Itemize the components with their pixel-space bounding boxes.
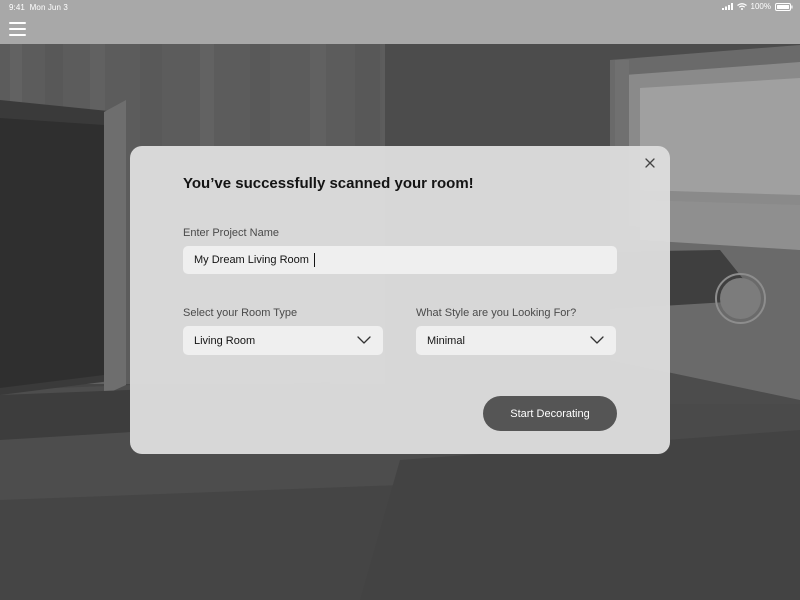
room-type-value: Living Room [194, 334, 256, 347]
start-decorating-button[interactable]: Start Decorating [483, 396, 617, 431]
project-name-value: My Dream Living Room [194, 254, 309, 266]
shutter-button-inner [720, 278, 761, 319]
close-icon[interactable] [642, 155, 658, 171]
header-bar [0, 14, 800, 44]
hamburger-menu-icon[interactable] [9, 22, 26, 36]
room-type-label: Select your Room Type [183, 307, 298, 319]
wifi-icon [736, 3, 747, 10]
room-type-select[interactable]: Living Room [183, 326, 383, 355]
scan-success-modal: You’ve successfully scanned your room! E… [130, 146, 670, 454]
project-name-input[interactable]: My Dream Living Room [183, 246, 617, 274]
status-time: 9:41 Mon Jun 3 [9, 3, 68, 12]
status-indicators: 100% [721, 2, 793, 11]
chevron-down-icon [357, 336, 371, 344]
signal-icon [721, 3, 733, 10]
battery-percentage: 100% [750, 2, 771, 11]
status-date: Mon Jun 3 [29, 3, 68, 12]
style-label: What Style are you Looking For? [416, 307, 577, 319]
shutter-button-icon[interactable] [715, 273, 766, 324]
text-caret [313, 253, 315, 267]
style-select[interactable]: Minimal [416, 326, 616, 355]
status-bar: 9:41 Mon Jun 3 100% [0, 0, 800, 14]
modal-title: You’ve successfully scanned your room! [183, 175, 474, 192]
style-value: Minimal [427, 334, 465, 347]
project-name-label: Enter Project Name [183, 227, 279, 239]
battery-icon [775, 2, 793, 11]
status-time-value: 9:41 [9, 3, 25, 12]
chevron-down-icon [590, 336, 604, 344]
